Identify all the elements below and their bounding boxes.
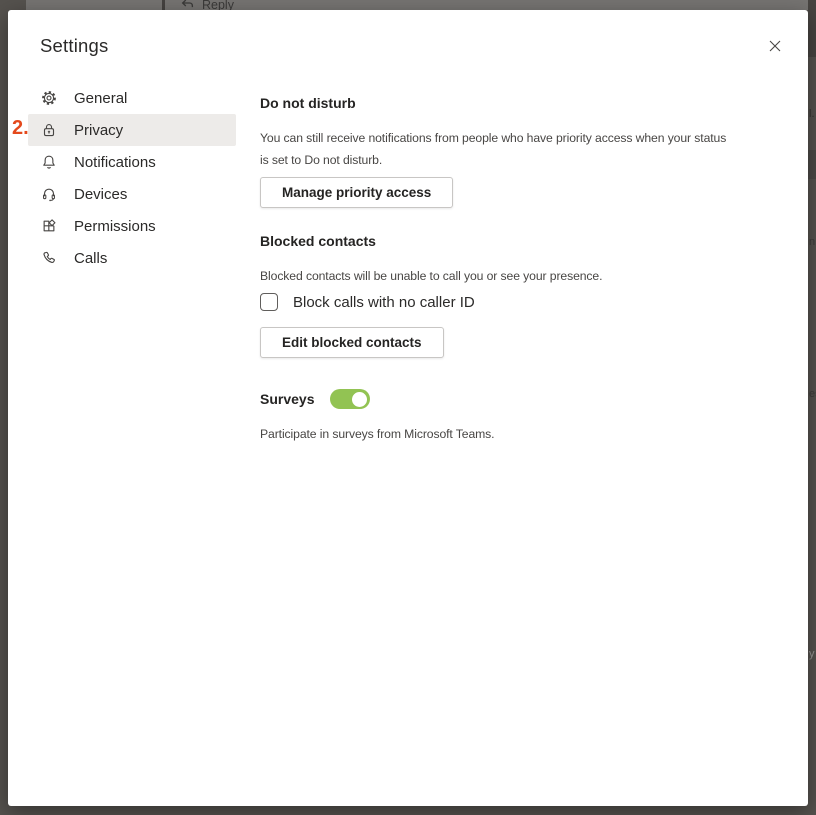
dialog-title: Settings [40,35,108,57]
sidebar-item-label: General [74,90,127,107]
annotation-step-2: 2. [12,117,29,140]
settings-nav: General Privacy [28,82,236,274]
reply-label: Reply [202,0,234,10]
reply-action: Reply [180,0,234,10]
close-icon [768,39,782,53]
bell-icon [40,153,58,171]
phone-icon [40,249,58,267]
backdrop-divider [162,0,165,10]
sidebar-item-privacy[interactable]: Privacy [28,114,236,146]
screen: Reply l. n es y Settings 2. [0,0,816,815]
sidebar-item-notifications[interactable]: Notifications [28,146,236,178]
surveys-row: Surveys [260,389,370,409]
backdrop-text-fragment: l. [809,108,816,120]
surveys-description: Participate in surveys from Microsoft Te… [260,423,494,445]
apps-icon [40,217,58,235]
sidebar-item-label: Calls [74,250,107,267]
headset-icon [40,185,58,203]
dnd-description: You can still receive notifications from… [260,127,732,171]
sidebar-item-devices[interactable]: Devices [28,178,236,210]
backdrop-text-fragment: n [809,236,816,248]
sidebar-item-label: Notifications [74,154,156,171]
backdrop-band [808,150,816,179]
block-caller-id-checkbox-row[interactable]: Block calls with no caller ID [260,293,475,311]
lock-icon [40,121,58,139]
checkbox-label: Block calls with no caller ID [293,294,475,311]
toggle-knob [352,392,367,407]
backdrop-top-strip: Reply [26,0,816,10]
sidebar-item-permissions[interactable]: Permissions [28,210,236,242]
sidebar-item-label: Privacy [74,122,123,139]
surveys-toggle-on[interactable] [330,389,370,409]
dnd-heading: Do not disturb [260,95,356,111]
backdrop-band [808,0,816,57]
blocked-contacts-description: Blocked contacts will be unable to call … [260,265,602,287]
reply-arrow-icon [180,0,195,10]
sidebar-item-label: Devices [74,186,127,203]
sidebar-item-general[interactable]: General [28,82,236,114]
surveys-heading: Surveys [260,391,314,407]
blocked-contacts-heading: Blocked contacts [260,233,376,249]
settings-dialog: Settings 2. General [8,10,808,806]
checkbox-unchecked[interactable] [260,293,278,311]
gear-icon [40,89,58,107]
backdrop-text-fragment: y [809,648,816,660]
sidebar-item-calls[interactable]: Calls [28,242,236,274]
sidebar-item-label: Permissions [74,218,156,235]
backdrop-text-fragment: es [809,388,816,400]
edit-blocked-contacts-button[interactable]: Edit blocked contacts [260,327,444,358]
close-button[interactable] [761,32,789,60]
manage-priority-access-button[interactable]: Manage priority access [260,177,453,208]
